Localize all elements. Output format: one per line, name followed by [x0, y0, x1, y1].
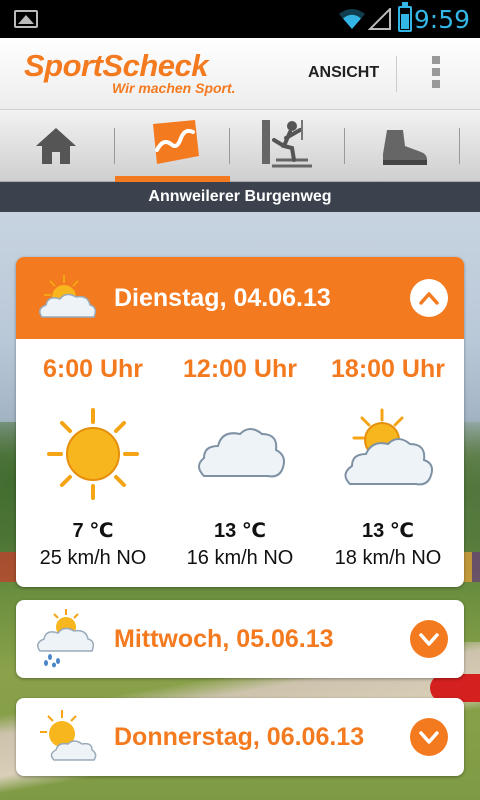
- app-header: SportScheck Wir machen Sport. ANSICHT: [0, 38, 480, 110]
- forecast-card-day2[interactable]: Mittwoch, 05.06.13: [16, 600, 464, 678]
- home-icon: [36, 128, 76, 164]
- slot-time: 18:00 Uhr: [331, 355, 445, 383]
- forecast-card-day1: Dienstag, 04.06.13 6:00 Uhr 7 ℃ 25 km/h …: [16, 257, 464, 587]
- partly-cloudy-icon: [344, 408, 433, 486]
- slot-wind: 16 km/h NO: [186, 547, 294, 569]
- chevron-down-icon: [419, 633, 439, 646]
- tab-route[interactable]: [115, 110, 230, 182]
- view-button[interactable]: ANSICHT: [308, 64, 379, 82]
- expand-button[interactable]: [410, 620, 448, 658]
- hiking-boot-icon: [383, 130, 427, 165]
- tab-home[interactable]: [0, 110, 115, 182]
- clock: 9:59: [413, 5, 470, 34]
- tab-climbing[interactable]: [230, 110, 345, 182]
- cloud-icon: [198, 428, 285, 478]
- overflow-menu-icon[interactable]: [432, 56, 442, 90]
- location-title: Annweilerer Burgenweg: [0, 182, 480, 212]
- header-divider: [396, 56, 397, 92]
- forecast-card-day3[interactable]: Donnerstag, 06.06.13: [16, 698, 464, 776]
- slot-wind: 25 km/h NO: [39, 547, 147, 569]
- battery-icon: [398, 2, 412, 32]
- route-map-icon: [153, 120, 199, 164]
- brand-name: SportScheck: [24, 48, 209, 83]
- brand-logo[interactable]: SportScheck Wir machen Sport.: [24, 48, 236, 97]
- slot-time: 12:00 Uhr: [183, 355, 297, 383]
- forecast-slot: 18:00 Uhr 13 ℃ 18 km/h NO: [313, 339, 463, 570]
- collapse-button[interactable]: [410, 279, 448, 317]
- day-title: Mittwoch, 05.06.13: [114, 625, 334, 653]
- rain-showers-icon: [37, 609, 95, 668]
- forecast-slot: 12:00 Uhr 13 ℃ 16 km/h NO: [165, 339, 315, 570]
- status-bar: 9:59: [0, 0, 480, 38]
- slot-wind: 18 km/h NO: [334, 547, 442, 569]
- tab-bar: [0, 110, 480, 182]
- day-title: Dienstag, 04.06.13: [114, 284, 331, 312]
- brand-slogan: Wir machen Sport.: [112, 80, 236, 96]
- gallery-icon: [14, 10, 38, 28]
- forecast-slot: 6:00 Uhr 7 ℃ 25 km/h NO: [18, 339, 168, 570]
- tab-boot[interactable]: [345, 110, 460, 182]
- partly-cloudy-icon: [39, 275, 97, 318]
- wifi-icon: [339, 9, 365, 29]
- expand-button[interactable]: [410, 718, 448, 756]
- slot-temperature: 7 ℃: [72, 520, 114, 542]
- sun-icon: [47, 408, 139, 500]
- chevron-down-icon: [419, 731, 439, 744]
- chevron-up-icon: [419, 292, 439, 305]
- forecast-card-header[interactable]: Donnerstag, 06.06.13: [16, 698, 464, 776]
- forecast-card-header[interactable]: Dienstag, 04.06.13: [16, 257, 464, 339]
- day-title: Donnerstag, 06.06.13: [114, 723, 365, 751]
- slot-temperature: 13 ℃: [213, 520, 267, 542]
- forecast-card-header[interactable]: Mittwoch, 05.06.13: [16, 600, 464, 678]
- slot-temperature: 13 ℃: [361, 520, 415, 542]
- signal-icon: [368, 8, 391, 30]
- slot-time: 6:00 Uhr: [42, 355, 144, 383]
- forecast-slots: 6:00 Uhr 7 ℃ 25 km/h NO 12:00 Uhr 13 ℃ 1…: [16, 339, 464, 587]
- partly-cloudy-icon: [40, 710, 97, 761]
- climbing-icon: [262, 120, 312, 168]
